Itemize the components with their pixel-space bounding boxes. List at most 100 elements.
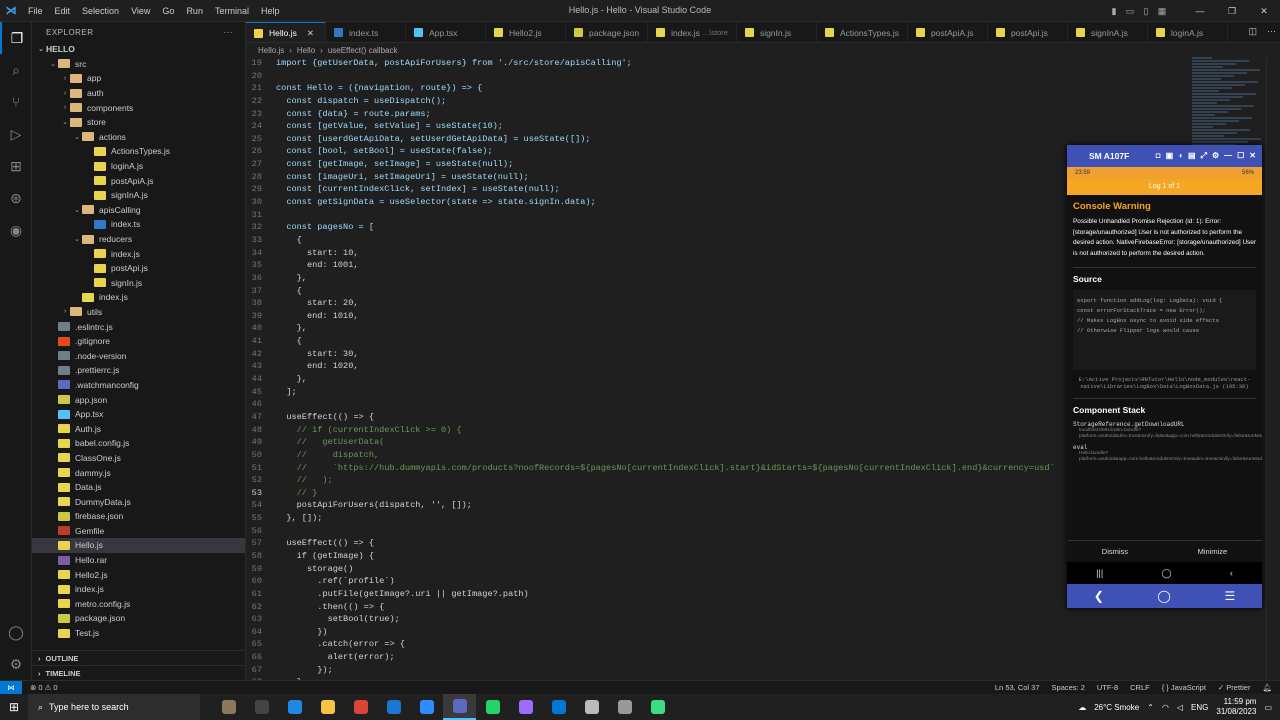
code-line[interactable]: 47 useEffect(() => {: [246, 411, 1066, 424]
more-actions-icon[interactable]: ···: [224, 28, 234, 37]
code-line[interactable]: 28 const [imageUri, setImageUri] = useSt…: [246, 171, 1066, 184]
code-line[interactable]: 65 .catch(error => {: [246, 638, 1066, 651]
encoding[interactable]: UTF-8: [1097, 683, 1118, 692]
code-line[interactable]: 29 const [currentIndexClick, setIndex] =…: [246, 183, 1066, 196]
stack-frame[interactable]: eval: [1073, 444, 1256, 451]
tree-item[interactable]: ⌄ store: [32, 115, 245, 130]
minimize-window-icon[interactable]: —: [1184, 6, 1216, 17]
code-line[interactable]: 67 });: [246, 664, 1066, 677]
recents-icon[interactable]: |||: [1096, 568, 1103, 578]
tree-item[interactable]: postApiA.js: [32, 173, 245, 188]
editor-scrollbar[interactable]: [1266, 57, 1280, 680]
app-circle-taskbar-icon[interactable]: [509, 694, 542, 720]
code-line[interactable]: 53 // }: [246, 487, 1066, 500]
code-line[interactable]: 56: [246, 525, 1066, 538]
close-window-icon[interactable]: ✕: [1248, 6, 1280, 17]
tree-item[interactable]: .node-version: [32, 348, 245, 363]
code-line[interactable]: 57 useEffect(() => {: [246, 537, 1066, 550]
toggle-panel-icon[interactable]: ▭: [1122, 6, 1138, 17]
code-line[interactable]: 31: [246, 209, 1066, 222]
notification-center-icon[interactable]: ▭: [1264, 703, 1272, 712]
tree-item[interactable]: › app: [32, 71, 245, 86]
menu-run[interactable]: Run: [186, 6, 203, 16]
weather-text[interactable]: 26°C Smoke: [1094, 703, 1139, 712]
back-icon[interactable]: ‹: [1230, 568, 1233, 578]
code-line[interactable]: 54 postApiForUsers(dispatch, '', []);: [246, 499, 1066, 512]
files-taskbar-icon[interactable]: [311, 694, 344, 720]
code-line[interactable]: 32 const pagesNo = [: [246, 221, 1066, 234]
tree-item[interactable]: ⌄ reducers: [32, 232, 245, 247]
prettier-status[interactable]: ✓ Prettier: [1218, 683, 1251, 692]
tree-item[interactable]: signIn.js: [32, 276, 245, 291]
clock[interactable]: 11:59 pm 31/08/2023: [1216, 697, 1256, 717]
toggle-secondary-icon[interactable]: ▯: [1138, 6, 1154, 17]
code-line[interactable]: 40 },: [246, 322, 1066, 335]
indentation[interactable]: Spaces: 2: [1052, 683, 1085, 692]
recorder-taskbar-icon[interactable]: [443, 694, 476, 720]
close-tab-icon[interactable]: ✕: [307, 28, 314, 39]
tree-item[interactable]: package.json: [32, 611, 245, 626]
code-line[interactable]: 59 storage(): [246, 563, 1066, 576]
tree-item[interactable]: loginA.js: [32, 159, 245, 174]
tree-item[interactable]: Test.js: [32, 626, 245, 641]
zoom-taskbar-icon[interactable]: [410, 694, 443, 720]
emulator-close-icon[interactable]: ✕: [1249, 151, 1256, 161]
code-line[interactable]: 62 .then(() => {: [246, 601, 1066, 614]
tree-item[interactable]: › utils: [32, 305, 245, 320]
settings-taskbar-icon[interactable]: [608, 694, 641, 720]
dismiss-button[interactable]: Dismiss: [1102, 547, 1128, 556]
code-line[interactable]: 23 const {data} = route.params;: [246, 108, 1066, 121]
editor-tab[interactable]: postApiA.js: [908, 22, 988, 42]
code-line[interactable]: 21 const Hello = ({navigation, route}) =>…: [246, 82, 1066, 95]
emulator-menu-icon[interactable]: ☰: [1224, 589, 1235, 603]
editor-tab[interactable]: index.ts: [326, 22, 406, 42]
outline-section[interactable]: › OUTLINE: [32, 650, 245, 665]
home-icon[interactable]: ◯: [1161, 568, 1171, 579]
tray-overflow-icon[interactable]: ⌃: [1147, 703, 1154, 712]
code-line[interactable]: 37 {: [246, 285, 1066, 298]
code-line[interactable]: 43 end: 1020,: [246, 360, 1066, 373]
emulator-settings-icon[interactable]: ⚙: [1212, 151, 1219, 161]
emulator-back-icon[interactable]: ❮: [1094, 589, 1104, 603]
code-line[interactable]: 22 const dispatch = useDispatch();: [246, 95, 1066, 108]
edge-taskbar-icon[interactable]: [278, 694, 311, 720]
tree-item[interactable]: app.json: [32, 392, 245, 407]
tree-item[interactable]: › auth: [32, 86, 245, 101]
emulator-minimize-icon[interactable]: —: [1224, 151, 1232, 161]
tree-item[interactable]: ActionsTypes.js: [32, 144, 245, 159]
editor-tab[interactable]: Hello.js ✕: [246, 22, 326, 42]
menu-selection[interactable]: Selection: [82, 6, 119, 16]
editor-tab[interactable]: ActionsTypes.js: [817, 22, 908, 42]
tree-item[interactable]: Hello2.js: [32, 567, 245, 582]
language-mode[interactable]: { } JavaScript: [1162, 683, 1206, 692]
tree-item[interactable]: Hello.rar: [32, 553, 245, 568]
notifications-icon[interactable]: 🔔︎: [1262, 683, 1272, 692]
breadcrumb-item[interactable]: useEffect() callback: [328, 46, 398, 55]
code-line[interactable]: 25 const [userdGetApiData, setUserdGetAp…: [246, 133, 1066, 146]
keyboard-icon[interactable]: ▤: [1188, 151, 1196, 161]
volume-icon[interactable]: ◁: [1177, 703, 1183, 712]
breadcrumb-item[interactable]: Hello.js: [258, 46, 284, 55]
tree-item[interactable]: ⌄ src: [32, 57, 245, 72]
emulator-maximize-icon[interactable]: ☐: [1237, 151, 1244, 161]
code-line[interactable]: 63 setBool(true);: [246, 613, 1066, 626]
code-editor[interactable]: 19 import {getUserData, postApiForUsers} …: [246, 57, 1066, 680]
tool-taskbar-icon[interactable]: [575, 694, 608, 720]
code-line[interactable]: 52 // );: [246, 474, 1066, 487]
language-indicator[interactable]: ENG: [1191, 703, 1208, 712]
code-line[interactable]: 60 .ref(`profile`): [246, 575, 1066, 588]
line-ending[interactable]: CRLF: [1130, 683, 1150, 692]
widgets-taskbar-icon[interactable]: [212, 694, 245, 720]
source-control-icon[interactable]: ⑂: [0, 86, 32, 118]
menu-edit[interactable]: Edit: [55, 6, 71, 16]
tree-item[interactable]: ⌄ apisCalling: [32, 203, 245, 218]
code-line[interactable]: 58 if (getImage) {: [246, 550, 1066, 563]
editor-tab[interactable]: postApi.js: [988, 22, 1068, 42]
tree-item[interactable]: babel.config.js: [32, 436, 245, 451]
editor-tab[interactable]: Hello2.js: [486, 22, 566, 42]
minimap[interactable]: [1192, 57, 1266, 157]
tree-item[interactable]: postApi.js: [32, 261, 245, 276]
code-line[interactable]: 30 const getSignData = useSelector(state…: [246, 196, 1066, 209]
tree-item[interactable]: metro.config.js: [32, 597, 245, 612]
editor-tab[interactable]: signInA.js: [1068, 22, 1148, 42]
